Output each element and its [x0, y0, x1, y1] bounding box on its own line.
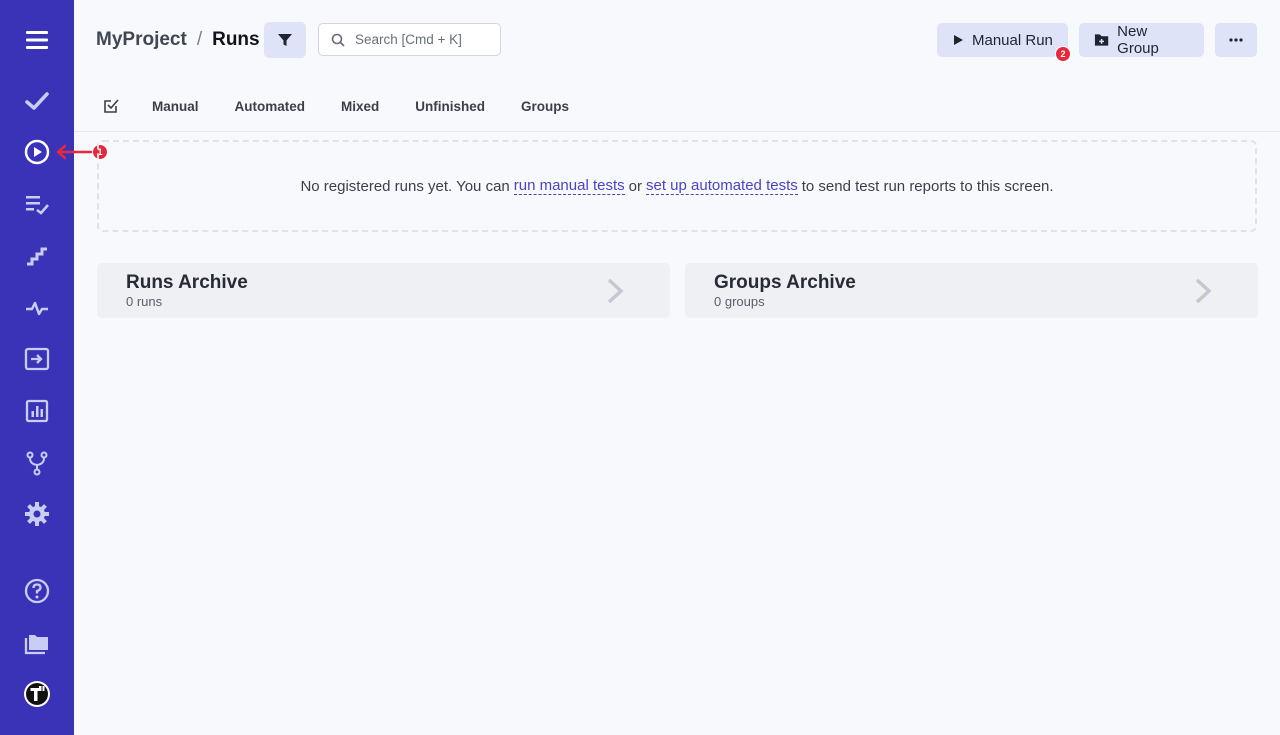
run-tabs: Manual Automated Mixed Unfinished Groups	[102, 95, 605, 117]
breadcrumb-separator: /	[196, 29, 203, 50]
run-manual-tests-link[interactable]: run manual tests	[513, 177, 625, 195]
filter-icon	[278, 34, 292, 46]
tabs-divider	[74, 131, 1280, 132]
manual-run-badge: 2	[1055, 46, 1071, 62]
runs-archive-card[interactable]: Runs Archive 0 runs	[97, 263, 670, 318]
tab-mixed[interactable]: Mixed	[341, 99, 379, 114]
folder-plus-icon	[1094, 34, 1109, 46]
breadcrumb: MyProject / Runs	[96, 28, 260, 52]
play-icon	[954, 35, 963, 45]
menu-icon[interactable]	[19, 22, 55, 58]
empty-state: No registered runs yet. You can run manu…	[97, 140, 1257, 232]
gear-icon[interactable]	[19, 496, 55, 532]
chevron-right-icon	[1195, 278, 1212, 304]
manual-run-label: Manual Run	[972, 31, 1053, 49]
new-group-button[interactable]: New Group	[1079, 23, 1204, 57]
page-title: Runs	[212, 29, 260, 50]
bar-chart-icon[interactable]	[19, 393, 55, 429]
logo-icon[interactable]	[19, 676, 55, 712]
empty-text-middle: or	[628, 177, 642, 195]
help-icon[interactable]	[19, 573, 55, 609]
check-icon[interactable]	[19, 83, 55, 119]
manual-run-button[interactable]: Manual Run	[937, 23, 1068, 57]
filter-button[interactable]	[264, 22, 306, 58]
more-icon	[1229, 38, 1243, 42]
new-group-label: New Group	[1117, 23, 1159, 57]
main-content: MyProject / Runs Manual Run 2 New Group …	[74, 0, 1280, 735]
play-circle-icon[interactable]	[19, 134, 55, 170]
more-options-button[interactable]	[1215, 23, 1257, 57]
tab-manual[interactable]: Manual	[152, 99, 199, 114]
folders-icon[interactable]	[19, 624, 55, 660]
setup-automated-tests-link[interactable]: set up automated tests	[645, 177, 798, 195]
search-input[interactable]	[353, 31, 497, 48]
empty-text-before: No registered runs yet. You can	[300, 177, 510, 195]
tab-unfinished[interactable]: Unfinished	[415, 99, 485, 114]
breadcrumb-project[interactable]: MyProject	[96, 29, 187, 51]
chevron-right-icon	[607, 278, 624, 304]
runs-archive-count: 0 runs	[126, 294, 163, 309]
groups-archive-count: 0 groups	[714, 294, 765, 309]
sidebar	[0, 0, 74, 735]
pulse-icon[interactable]	[19, 290, 55, 326]
select-all-icon[interactable]	[102, 96, 122, 116]
branch-icon[interactable]	[19, 445, 55, 481]
groups-archive-card[interactable]: Groups Archive 0 groups	[685, 263, 1258, 318]
tab-automated[interactable]: Automated	[235, 99, 306, 114]
search-box[interactable]	[318, 23, 501, 56]
tab-groups[interactable]: Groups	[521, 99, 569, 114]
groups-archive-title: Groups Archive	[714, 272, 856, 293]
steps-icon[interactable]	[19, 238, 55, 274]
runs-archive-title: Runs Archive	[126, 272, 248, 293]
empty-text-after: to send test run reports to this screen.	[801, 177, 1054, 195]
search-icon	[331, 33, 345, 47]
import-icon[interactable]	[19, 341, 55, 377]
checklist-icon[interactable]	[19, 186, 55, 222]
